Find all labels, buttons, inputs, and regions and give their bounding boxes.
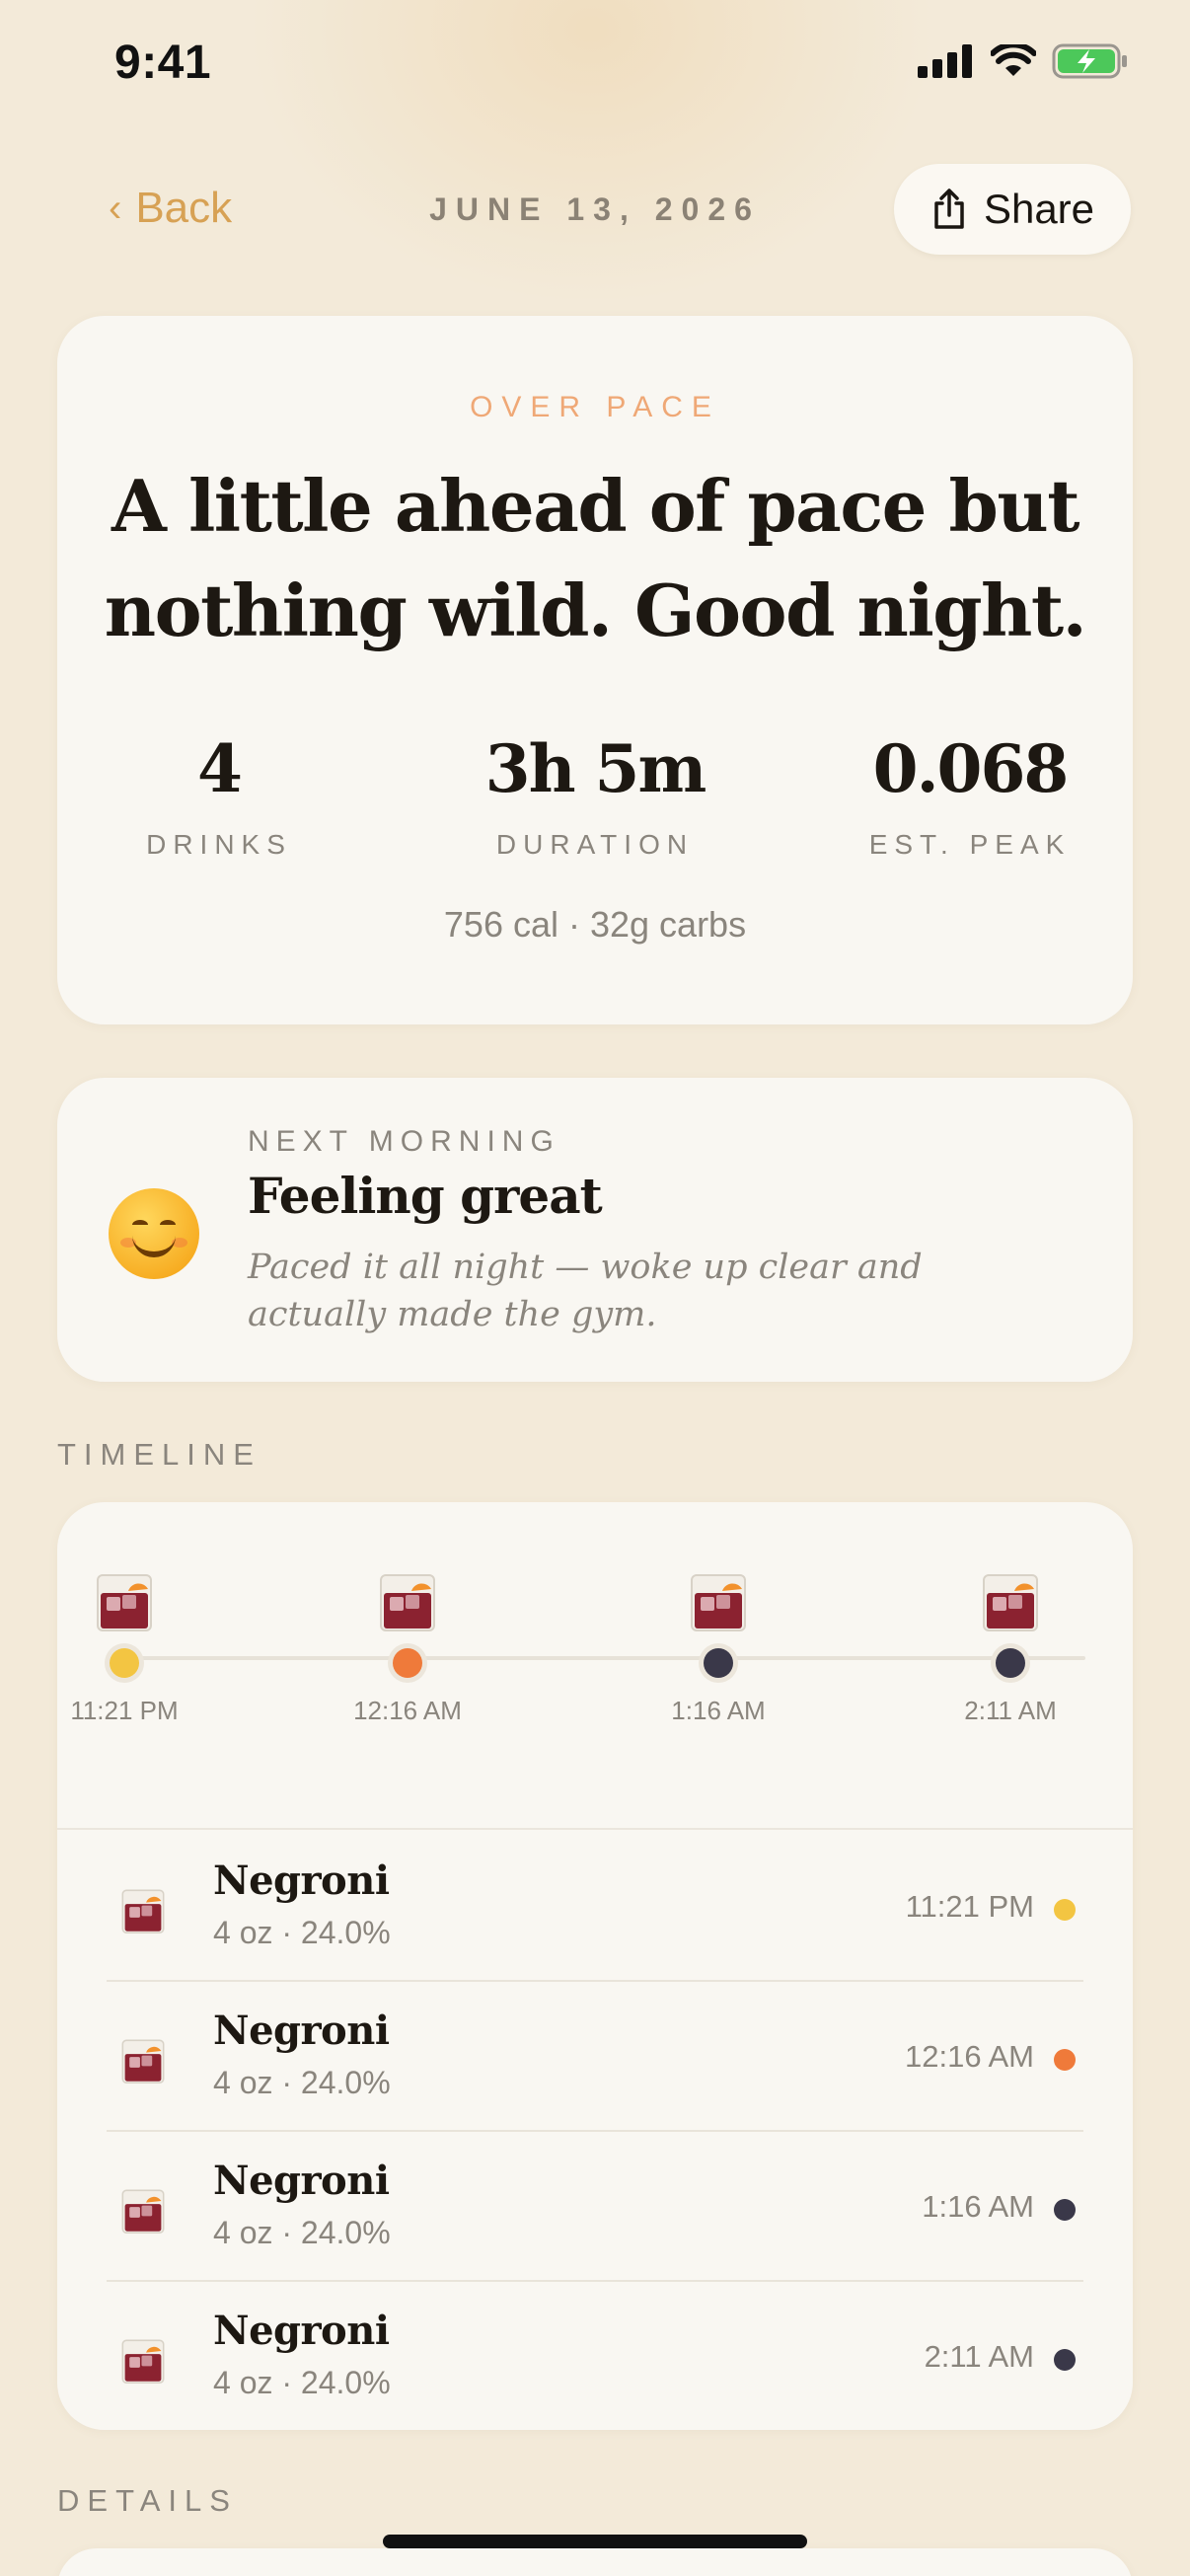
negroni-glass-icon <box>380 1574 435 1631</box>
smiling-face-icon <box>109 1188 199 1279</box>
drink-row[interactable]: Negroni 4 oz · 24.0% 12:16 AM <box>107 1980 1141 2130</box>
drink-time: 11:21 PM <box>905 1889 1034 1924</box>
next-morning-card[interactable]: NEXT MORNING Feeling great Paced it all … <box>57 1078 1133 1382</box>
negroni-glass-icon <box>691 1574 746 1631</box>
share-label: Share <box>983 186 1095 232</box>
timeline-marker[interactable]: 1:16 AM <box>639 1571 797 1726</box>
battery-charging-icon <box>1052 43 1127 79</box>
details-card <box>57 2548 1133 2576</box>
stat-label: DURATION <box>495 829 695 860</box>
timeline-time: 2:11 AM <box>964 1696 1057 1725</box>
pace-label: OVER PACE <box>470 391 720 423</box>
summary-headline: A little ahead of pace but nothing wild.… <box>104 464 1087 652</box>
drink-status-dot <box>1054 2049 1076 2071</box>
cellular-signal-icon <box>918 44 972 78</box>
drink-row[interactable]: Negroni 4 oz · 24.0% 1:16 AM <box>107 2130 1141 2280</box>
home-indicator[interactable] <box>383 2535 807 2548</box>
status-time: 9:41 <box>114 37 212 89</box>
stat-value: 0.068 <box>872 730 1070 807</box>
drink-detail: 4 oz · 24.0% <box>213 1915 391 1950</box>
drink-name: Negroni <box>213 2308 390 2354</box>
next-morning-title: Feeling great <box>248 1167 603 1225</box>
timeline-section-label: TIMELINE <box>57 1437 261 1472</box>
background-glow <box>247 0 937 306</box>
drink-name: Negroni <box>213 2158 390 2204</box>
timeline-card: 11:21 PM 12:16 AM 1:16 AM 2:11 AM Negron… <box>57 1502 1133 2430</box>
timeline-dot <box>996 1648 1025 1678</box>
next-morning-note: Paced it all night — woke up clear and a… <box>248 1248 923 1334</box>
negroni-glass-icon <box>983 1574 1038 1631</box>
details-section-label: DETAILS <box>57 2483 238 2518</box>
row-separator <box>107 2280 1083 2282</box>
negroni-glass-icon <box>121 2339 165 2384</box>
stat-value: 4 <box>197 730 243 807</box>
timeline-time: 12:16 AM <box>353 1696 462 1725</box>
stat-label: DRINKS <box>146 829 292 860</box>
drink-time: 12:16 AM <box>905 2039 1034 2074</box>
drink-row[interactable]: Negroni 4 oz · 24.0% 2:11 AM <box>107 2280 1141 2430</box>
timeline-marker[interactable]: 11:21 PM <box>45 1571 203 1726</box>
timeline-marker[interactable]: 12:16 AM <box>329 1571 486 1726</box>
drink-name: Negroni <box>213 2008 390 2054</box>
stat-duration: 3h 5m DURATION <box>432 730 758 861</box>
share-icon <box>934 189 964 229</box>
timeline-time: 1:16 AM <box>671 1696 766 1725</box>
timeline-marker[interactable]: 2:11 AM <box>931 1571 1089 1726</box>
timeline-dot <box>704 1648 733 1678</box>
drink-row[interactable]: Negroni 4 oz · 24.0% 11:21 PM <box>107 1830 1141 1980</box>
stat-drinks: 4 DRINKS <box>101 730 337 861</box>
stat-est-peak: 0.068 EST. PEAK <box>807 730 1133 861</box>
share-button[interactable]: Share <box>894 164 1131 255</box>
summary-card: OVER PACE A little ahead of pace but not… <box>57 316 1133 1024</box>
stat-label: EST. PEAK <box>868 829 1072 860</box>
drink-status-dot <box>1054 2199 1076 2221</box>
negroni-glass-icon <box>121 1889 165 1933</box>
negroni-glass-icon <box>121 2189 165 2234</box>
nutrition-summary: 756 cal · 32g carbs <box>443 904 747 945</box>
drink-name: Negroni <box>213 1857 390 1904</box>
drink-detail: 4 oz · 24.0% <box>213 2065 391 2100</box>
stat-value: 3h 5m <box>484 730 707 807</box>
timeline-dot <box>393 1648 422 1678</box>
status-icons <box>918 43 1129 79</box>
drink-status-dot <box>1054 1899 1076 1921</box>
row-separator <box>107 2130 1083 2132</box>
negroni-glass-icon <box>97 1574 152 1631</box>
timeline-time: 11:21 PM <box>70 1696 179 1725</box>
drink-status-dot <box>1054 2349 1076 2371</box>
drink-time: 2:11 AM <box>924 2339 1034 2374</box>
drink-time: 1:16 AM <box>922 2189 1034 2224</box>
row-separator <box>107 1980 1083 1982</box>
drink-detail: 4 oz · 24.0% <box>213 2365 391 2400</box>
next-morning-label: NEXT MORNING <box>248 1125 560 1158</box>
wifi-icon <box>991 44 1036 76</box>
drink-detail: 4 oz · 24.0% <box>213 2215 391 2250</box>
negroni-glass-icon <box>121 2039 165 2084</box>
timeline-dot <box>110 1648 139 1678</box>
